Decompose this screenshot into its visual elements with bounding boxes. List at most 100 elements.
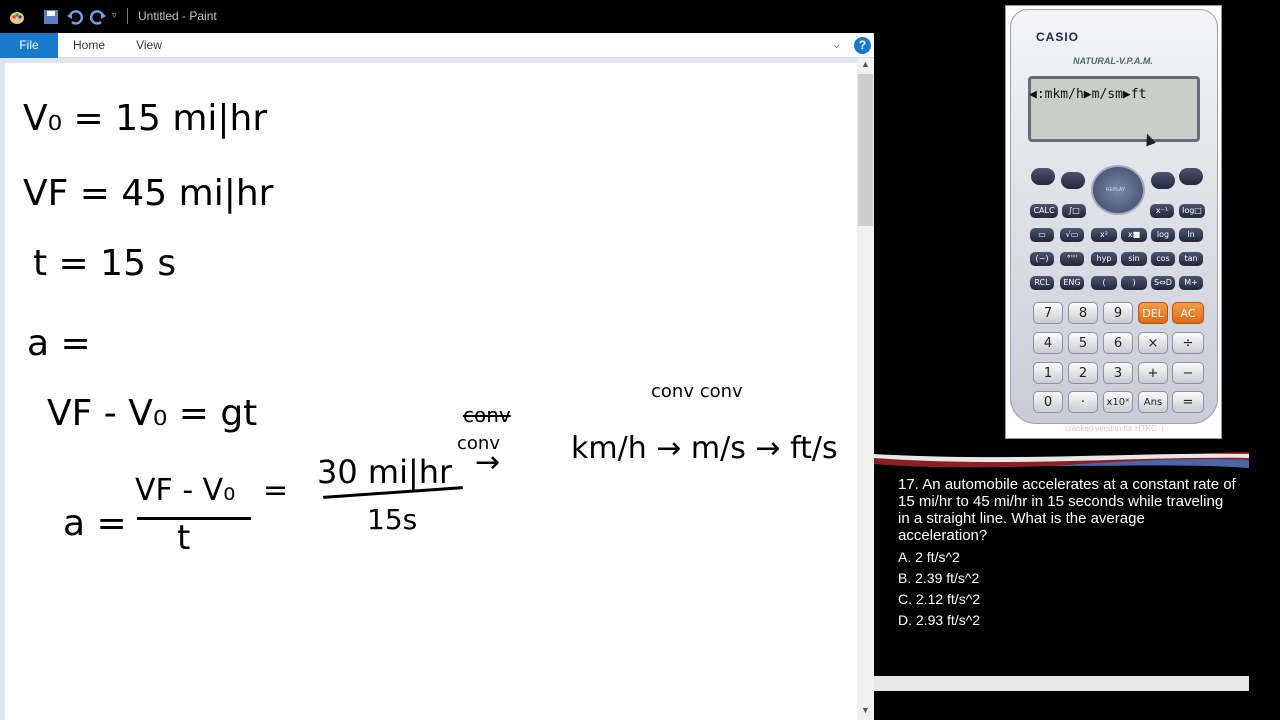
calc-key-x10[interactable]: x10ˣ: [1103, 391, 1133, 413]
calc-key-sqrt[interactable]: √▭: [1060, 228, 1084, 242]
tab-view[interactable]: View: [120, 33, 178, 58]
calc-key-plus[interactable]: +: [1138, 362, 1168, 384]
handwriting-fraction-num: 30 mi|hr: [317, 453, 453, 491]
calc-key-hyp[interactable]: hyp: [1091, 252, 1117, 266]
handwriting-arrow: →: [475, 445, 501, 480]
calc-key-0[interactable]: 0: [1033, 391, 1063, 413]
calc-key-fraction[interactable]: ▭: [1030, 228, 1054, 242]
handwriting-v0: V₀ = 15 mi|hr: [23, 98, 268, 139]
handwriting-scribble: conv: [463, 403, 511, 427]
title-bar: ▿ Untitled - Paint: [0, 0, 874, 33]
calculator-display-text: ◀:mkm/h▶m/sm▶ft: [1029, 87, 1147, 102]
handwriting-eq2-lhs: a =: [63, 503, 127, 544]
calc-key-4[interactable]: 4: [1033, 332, 1063, 354]
calc-key-minus[interactable]: −: [1172, 362, 1204, 384]
title-divider: [127, 8, 128, 24]
choice-d: D. 2.93 ft/s^2: [898, 612, 981, 628]
calc-key-logbase[interactable]: log□: [1179, 204, 1205, 218]
calc-key-decimal[interactable]: ·: [1068, 391, 1098, 413]
help-icon[interactable]: ?: [854, 37, 871, 54]
paint-window: ▿ Untitled - Paint File Home View ⌄ ? V₀…: [0, 0, 874, 720]
slide-bottom-bar: [874, 676, 1249, 691]
handwriting-conv-chain: km/h → m/s → ft/s: [571, 431, 838, 466]
calc-key-close-paren[interactable]: ): [1121, 276, 1147, 290]
ribbon-tabs: File Home View ⌄ ?: [0, 33, 874, 58]
calc-key-9[interactable]: 9: [1103, 302, 1133, 324]
calculator-body: CASIO NATURAL-V.P.A.M. ◀:mkm/h▶m/sm▶ft R…: [1010, 9, 1218, 424]
calc-key-calc[interactable]: CALC: [1030, 204, 1058, 218]
save-icon[interactable]: [42, 8, 60, 26]
on-key[interactable]: [1179, 168, 1203, 185]
calc-key-rcl[interactable]: RCL: [1030, 276, 1054, 290]
handwriting-t: t = 15 s: [33, 243, 177, 284]
calc-key-square[interactable]: x²: [1091, 228, 1117, 242]
redo-icon[interactable]: [89, 8, 107, 26]
calc-key-degrees[interactable]: °''': [1060, 252, 1084, 266]
calc-key-divide[interactable]: ÷: [1172, 332, 1204, 354]
alpha-key[interactable]: [1061, 172, 1085, 189]
calc-key-6[interactable]: 6: [1103, 332, 1133, 354]
choice-a: A. 2 ft/s^2: [898, 549, 960, 565]
handwriting-top-words: conv conv: [651, 381, 743, 402]
window-title: Untitled - Paint: [138, 9, 217, 23]
calc-key-sin[interactable]: sin: [1121, 252, 1147, 266]
handwriting-vf: VF = 45 mi|hr: [23, 173, 274, 214]
calc-key-del[interactable]: DEL: [1138, 302, 1168, 324]
calculator-screen: [1028, 76, 1200, 142]
calc-key-sd[interactable]: S⇔D: [1151, 276, 1175, 290]
handwriting-eq1: VF - V₀ = gt: [47, 393, 258, 434]
handwriting-eq2-equals: =: [263, 473, 289, 508]
calc-key-integral[interactable]: ∫□: [1062, 204, 1086, 218]
calc-key-ln[interactable]: ln: [1179, 228, 1203, 242]
calc-key-ans[interactable]: Ans: [1138, 391, 1168, 413]
calc-key-8[interactable]: 8: [1068, 302, 1098, 324]
calc-key-multiply[interactable]: ×: [1138, 332, 1168, 354]
vertical-scrollbar[interactable]: ▲ ▼: [857, 58, 874, 720]
question-text: 17. An automobile accelerates at a const…: [898, 476, 1236, 544]
calc-key-7[interactable]: 7: [1033, 302, 1063, 324]
question-slide: 17. An automobile accelerates at a const…: [874, 452, 1249, 691]
scroll-down-icon[interactable]: ▼: [857, 705, 874, 719]
replay-label: REPLAY: [1106, 187, 1126, 193]
calc-key-cos[interactable]: cos: [1151, 252, 1175, 266]
handwriting-eq2-den: t: [177, 518, 191, 558]
calculator-brand: CASIO: [1036, 30, 1080, 44]
calculator-window: CASIO NATURAL-V.P.A.M. ◀:mkm/h▶m/sm▶ft R…: [1005, 5, 1222, 439]
fraction-line-1: [137, 517, 251, 520]
calculator-watermark: cracked version for HTKC :): [1065, 424, 1164, 433]
calc-key-log[interactable]: log: [1151, 228, 1175, 242]
calc-key-mplus[interactable]: M+: [1179, 276, 1203, 290]
screen: ▿ Untitled - Paint File Home View ⌄ ? V₀…: [0, 0, 1280, 720]
canvas-area: V₀ = 15 mi|hr VF = 45 mi|hr t = 15 s a =…: [0, 58, 874, 720]
calc-key-power[interactable]: x■: [1121, 228, 1147, 242]
tab-file[interactable]: File: [0, 33, 58, 58]
tab-home[interactable]: Home: [60, 33, 118, 58]
calc-key-2[interactable]: 2: [1068, 362, 1098, 384]
collapse-ribbon-chevron-icon[interactable]: ⌄: [832, 38, 841, 51]
undo-icon[interactable]: [66, 8, 84, 26]
calc-key-3[interactable]: 3: [1103, 362, 1133, 384]
scroll-up-icon[interactable]: ▲: [857, 59, 874, 73]
choice-b: B. 2.39 ft/s^2: [898, 570, 980, 586]
calc-key-5[interactable]: 5: [1068, 332, 1098, 354]
shift-key[interactable]: [1031, 168, 1055, 185]
handwriting-fraction-den: 15s: [367, 503, 418, 536]
replay-dpad[interactable]: REPLAY: [1091, 165, 1145, 215]
calc-key-eng[interactable]: ENG: [1060, 276, 1084, 290]
calc-key-ac[interactable]: AC: [1172, 302, 1204, 324]
calc-key-tan[interactable]: tan: [1179, 252, 1203, 266]
calc-key-equals[interactable]: =: [1172, 391, 1204, 413]
mode-key[interactable]: [1151, 172, 1175, 189]
calculator-model: NATURAL-V.P.A.M.: [1073, 56, 1153, 66]
drawing-canvas[interactable]: V₀ = 15 mi|hr VF = 45 mi|hr t = 15 s a =…: [5, 63, 857, 720]
handwriting-eq2-num: VF - V₀: [135, 473, 236, 508]
paint-app-icon[interactable]: [8, 8, 26, 26]
calc-key-negative[interactable]: (−): [1030, 252, 1054, 266]
calc-key-open-paren[interactable]: (: [1091, 276, 1117, 290]
handwriting-a: a =: [27, 323, 91, 364]
choice-c: C. 2.12 ft/s^2: [898, 591, 981, 607]
slide-header-swoosh: [874, 452, 1249, 474]
calc-key-1[interactable]: 1: [1033, 362, 1063, 384]
scrollbar-thumb[interactable]: [858, 74, 873, 226]
calc-key-inverse[interactable]: x⁻¹: [1150, 204, 1174, 218]
